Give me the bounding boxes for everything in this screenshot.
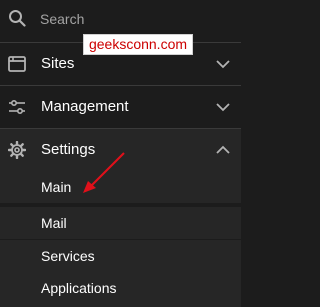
chevron-down-icon <box>216 60 230 69</box>
sidebar-subitem-label: Mail <box>41 215 67 231</box>
search-input[interactable] <box>40 9 200 29</box>
sidebar-subitem-mail[interactable]: Mail <box>0 207 241 239</box>
sidebar-subitem-label: Applications <box>41 280 117 296</box>
sidebar-item-label: Management <box>41 98 129 115</box>
chevron-up-icon <box>216 145 230 154</box>
chevron-down-icon <box>216 103 230 112</box>
sidebar-subitem-label: Services <box>41 248 95 264</box>
sidebar-subitem-services[interactable]: Services <box>0 240 241 272</box>
sidebar-subitem-label: Main <box>41 179 72 195</box>
gear-icon <box>8 141 26 159</box>
sidebar-item-management[interactable]: Management <box>0 86 241 128</box>
sidebar-subitem-applications[interactable]: Applications <box>0 272 241 307</box>
browser-window-icon <box>8 56 26 72</box>
search-icon[interactable] <box>8 9 26 27</box>
sidebar-item-label: Sites <box>41 55 75 72</box>
sliders-icon <box>9 99 25 115</box>
watermark: geeksconn.com <box>83 34 193 55</box>
annotation-arrow-icon <box>83 152 125 193</box>
